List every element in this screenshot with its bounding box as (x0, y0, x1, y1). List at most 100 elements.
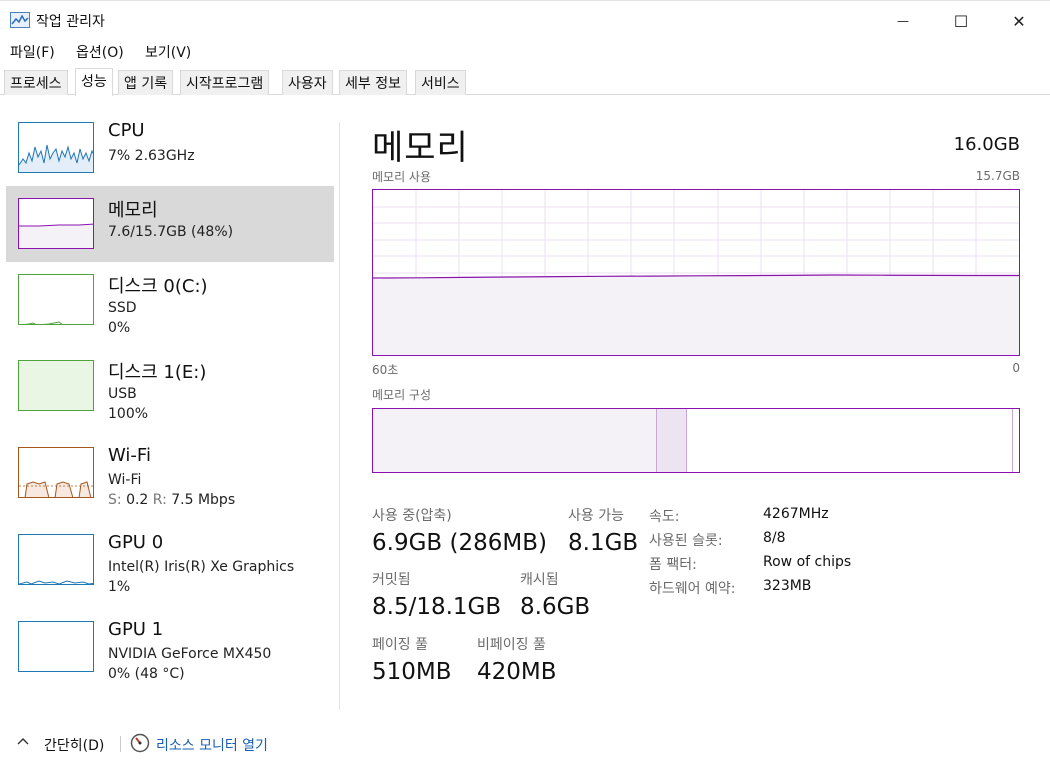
sidebar-item-type: USB (108, 386, 137, 402)
hardware-reserved-label: 하드웨어 예약: (649, 581, 736, 597)
sidebar-item-wifi[interactable]: Wi-Fi Wi-Fi S: 0.2 R: 7.5 Mbps (6, 435, 334, 511)
sidebar-item-gpu-1[interactable]: GPU 1 NVIDIA GeForce MX450 0% (48 °C) (6, 609, 334, 685)
composition-modified (657, 409, 687, 472)
sidebar-item-type: SSD (108, 300, 137, 316)
sidebar-item-detail: 0% (108, 320, 131, 336)
time-axis-start: 60초 (372, 363, 399, 377)
gpu-1-thumbnail-graph (18, 621, 94, 672)
tab-processes[interactable]: 프로세스 (4, 70, 68, 95)
sidebar-item-type: Wi-Fi (108, 472, 142, 488)
memory-usage-label: 메모리 사용 (372, 170, 432, 184)
sidebar-item-disk-1[interactable]: 디스크 1(E:) USB 100% (6, 348, 334, 424)
close-icon: ✕ (1012, 11, 1026, 31)
sidebar-item-type: Intel(R) Iris(R) Xe Graphics (108, 559, 295, 575)
wifi-receive-label: R: (152, 492, 167, 508)
cached-label: 캐시됨 (520, 572, 559, 588)
disk-1-thumbnail-graph (18, 360, 94, 411)
sidebar-item-name: GPU 1 (108, 619, 164, 640)
wifi-throughput: S: 0.2 R: 7.5 Mbps (108, 492, 235, 508)
memory-composition-label: 메모리 구성 (372, 388, 432, 402)
sidebar-item-name: Wi-Fi (108, 445, 151, 466)
sidebar-item-cpu[interactable]: CPU 7% 2.63GHz (6, 110, 334, 186)
maximize-icon: ☐ (953, 11, 969, 31)
in-use-label: 사용 중(압축) (372, 508, 452, 524)
menu-options[interactable]: 옵션(O) (76, 42, 124, 62)
memory-composition-bar (372, 408, 1020, 473)
slots-label: 사용된 슬롯: (649, 533, 723, 549)
available-value: 8.1GB (568, 530, 639, 556)
cpu-thumbnail-graph (18, 122, 94, 173)
composition-in-use (373, 409, 657, 472)
tab-services[interactable]: 서비스 (415, 70, 466, 95)
paged-pool-value: 510MB (372, 659, 452, 685)
hardware-reserved-value: 323MB (763, 578, 812, 594)
window-title: 작업 관리자 (36, 14, 105, 30)
performance-sidebar: CPU 7% 2.63GHz 메모리 7.6/15.7GB (48%) 디스크 … (0, 110, 340, 710)
form-factor-label: 폼 팩터: (649, 557, 697, 573)
minimize-icon: — (897, 14, 909, 28)
wifi-thumbnail-graph (18, 447, 94, 498)
sidebar-item-name: 디스크 1(E:) (108, 362, 207, 383)
footer-bar: 간단히(D) 리소스 모니터 열기 (0, 730, 1050, 760)
menu-view[interactable]: 보기(V) (145, 42, 191, 62)
open-resource-monitor-link[interactable]: 리소스 모니터 열기 (156, 735, 268, 755)
slots-value: 8/8 (763, 530, 786, 546)
menu-bar: 파일(F) 옵션(O) 보기(V) (0, 40, 1050, 64)
available-label: 사용 가능 (568, 508, 624, 524)
tab-users[interactable]: 사용자 (282, 70, 333, 95)
minimize-button[interactable]: — (880, 5, 926, 37)
speed-label: 속도: (649, 509, 680, 525)
form-factor-value: Row of chips (763, 554, 852, 570)
resource-monitor-icon[interactable] (130, 733, 150, 753)
sidebar-item-disk-0[interactable]: 디스크 0(C:) SSD 0% (6, 262, 334, 338)
gpu-0-thumbnail-graph (18, 534, 94, 585)
tab-details[interactable]: 세부 정보 (339, 70, 407, 95)
sidebar-item-detail: 100% (108, 406, 149, 422)
committed-value: 8.5/18.1GB (372, 594, 502, 620)
close-button[interactable]: ✕ (996, 5, 1042, 37)
wifi-send-label: S: (108, 492, 122, 508)
sidebar-divider (339, 122, 340, 710)
sidebar-item-detail: 0% (48 °C) (108, 666, 185, 682)
task-manager-icon (10, 12, 30, 28)
sidebar-item-memory[interactable]: 메모리 7.6/15.7GB (48%) (6, 186, 334, 262)
chevron-up-icon[interactable] (16, 734, 30, 748)
sidebar-item-detail: 7% 2.63GHz (108, 148, 195, 164)
memory-usage-graph (372, 189, 1020, 356)
paged-pool-label: 페이징 풀 (372, 637, 428, 653)
memory-total: 16.0GB (953, 134, 1020, 155)
nonpaged-pool-value: 420MB (477, 659, 557, 685)
menu-file[interactable]: 파일(F) (10, 42, 55, 62)
memory-usage-graph-svg (373, 190, 1019, 355)
disk-0-thumbnail-graph (18, 274, 94, 325)
memory-usage-area (373, 275, 1019, 355)
sidebar-item-name: 메모리 (108, 200, 158, 221)
in-use-value: 6.9GB (286MB) (372, 530, 547, 556)
time-axis-end: 0 (1012, 361, 1020, 375)
memory-detail-panel: 메모리 16.0GB 메모리 사용 15.7GB 60초 0 메모리 구성 사용… (372, 110, 1020, 710)
nonpaged-pool-label: 비페이징 풀 (477, 637, 546, 653)
composition-free-divider (1012, 409, 1013, 472)
fewer-details-button[interactable]: 간단히(D) (44, 735, 104, 755)
wifi-send-value: 0.2 (126, 492, 149, 508)
tab-bar: 프로세스 성능 앱 기록 시작프로그램 사용자 세부 정보 서비스 (0, 68, 1050, 96)
sidebar-item-detail: 1% (108, 579, 131, 595)
title-bar: 작업 관리자 — ☐ ✕ (0, 0, 1050, 40)
page-title: 메모리 (372, 128, 469, 168)
memory-usage-max: 15.7GB (975, 169, 1020, 183)
tab-app-history[interactable]: 앱 기록 (118, 70, 174, 95)
sidebar-item-name: 디스크 0(C:) (108, 276, 208, 297)
committed-label: 커밋됨 (372, 572, 411, 588)
wifi-receive-value: 7.5 Mbps (171, 492, 236, 508)
sidebar-item-detail: 7.6/15.7GB (48%) (108, 224, 234, 240)
tab-performance[interactable]: 성능 (75, 68, 113, 96)
tab-startup[interactable]: 시작프로그램 (180, 70, 270, 95)
sidebar-item-name: CPU (108, 120, 145, 141)
maximize-button[interactable]: ☐ (938, 5, 984, 37)
footer-separator (120, 736, 121, 752)
sidebar-item-name: GPU 0 (108, 532, 164, 553)
cached-value: 8.6GB (520, 594, 591, 620)
sidebar-item-type: NVIDIA GeForce MX450 (108, 646, 272, 662)
sidebar-item-gpu-0[interactable]: GPU 0 Intel(R) Iris(R) Xe Graphics 1% (6, 522, 334, 598)
speed-value: 4267MHz (763, 506, 829, 522)
